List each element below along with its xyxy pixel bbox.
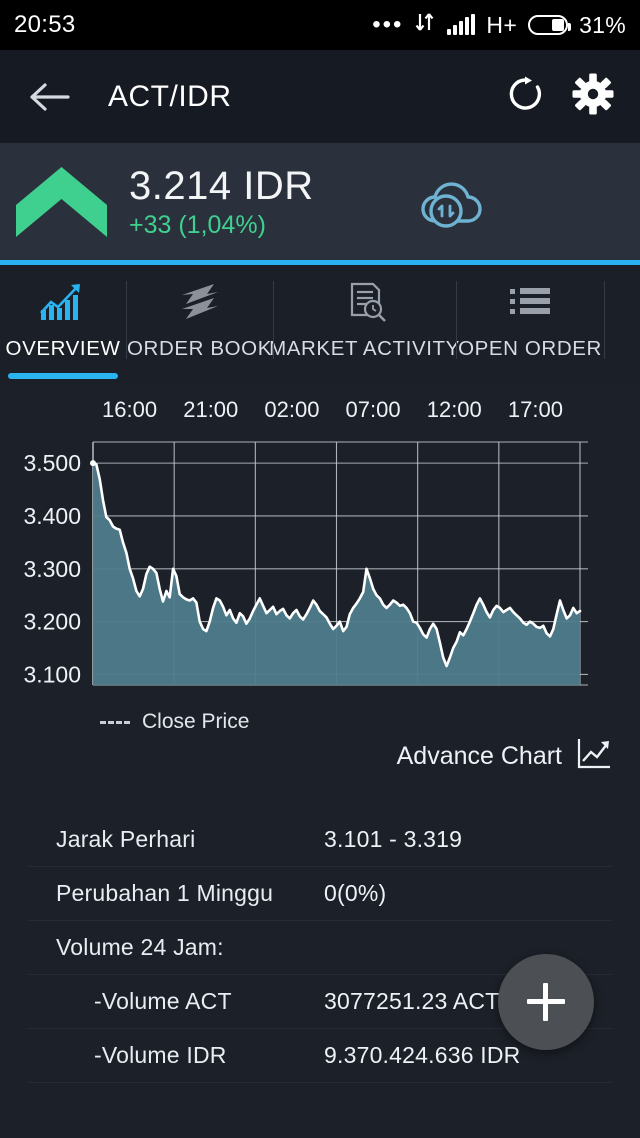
chart-canvas: 16:00 21:00 02:00 07:00 12:00 17:00 3.500 3.400… <box>0 385 640 705</box>
network-type-label: H+ <box>486 12 517 39</box>
more-dots-icon: ••• <box>372 20 403 30</box>
row-key: Volume 24 Jam: <box>56 934 324 961</box>
signal-bars-icon <box>447 15 475 35</box>
legend-dash-icon <box>100 721 130 724</box>
chart-legend: Close Price <box>100 710 249 734</box>
row-key: -Volume ACT <box>56 988 324 1015</box>
row-value: 0(0%) <box>324 880 386 907</box>
tab-label: ORDER BOOK <box>127 337 272 361</box>
tab-label: OPEN ORDER <box>458 337 602 361</box>
svg-text:3.500: 3.500 <box>23 450 81 476</box>
advance-chart-button[interactable]: Advance Chart <box>397 737 612 776</box>
battery-icon <box>528 15 568 35</box>
data-transfer-icon <box>414 11 436 39</box>
svg-text:3.300: 3.300 <box>23 556 81 582</box>
chart-growth-icon <box>38 279 88 325</box>
svg-text:12:00: 12:00 <box>427 397 482 422</box>
table-row: Jarak Perhari 3.101 - 3.319 <box>28 813 612 867</box>
trending-up-icon <box>576 737 612 776</box>
row-key: Perubahan 1 Minggu <box>56 880 324 907</box>
battery-percent: 31% <box>579 12 626 39</box>
price-up-arrow-icon <box>14 165 109 239</box>
add-button[interactable] <box>498 954 594 1050</box>
price-header: 3.214 IDR +33 (1,04%) <box>0 143 640 260</box>
svg-text:3.100: 3.100 <box>23 661 81 687</box>
cloud-sync-icon[interactable] <box>412 171 490 233</box>
svg-text:07:00: 07:00 <box>346 397 401 422</box>
page-title: ACT/IDR <box>108 80 232 114</box>
tab-open-order[interactable]: OPEN ORDER <box>456 265 604 385</box>
list-icon <box>504 279 556 325</box>
svg-text:3.400: 3.400 <box>23 503 81 529</box>
active-tab-indicator <box>8 373 118 379</box>
document-search-icon <box>340 279 390 325</box>
status-time: 20:53 <box>14 11 76 39</box>
tab-label: OVERVIEW <box>6 337 121 361</box>
price-chart[interactable]: 16:00 21:00 02:00 07:00 12:00 17:00 3.500 3.400… <box>0 385 640 780</box>
svg-text:16:00: 16:00 <box>102 397 157 422</box>
refresh-icon[interactable] <box>506 75 544 118</box>
price-change: +33 (1,04%) <box>129 210 314 240</box>
advance-chart-label: Advance Chart <box>397 742 562 771</box>
tab-bar[interactable]: OVERVIEW ORDER BOOK <box>0 265 640 385</box>
tab-history[interactable]: HIS <box>604 265 640 385</box>
exchange-arrows-icon <box>174 279 226 325</box>
legend-label: Close Price <box>142 710 249 734</box>
back-arrow-icon[interactable] <box>26 74 72 120</box>
current-price: 3.214 IDR <box>129 164 314 208</box>
svg-text:02:00: 02:00 <box>264 397 319 422</box>
app-root: 20:53 ••• H+ 31% ACT/IDR <box>0 0 640 1138</box>
table-row: Perubahan 1 Minggu 0(0%) <box>28 867 612 921</box>
row-key: Jarak Perhari <box>56 826 324 853</box>
status-bar: 20:53 ••• H+ 31% <box>0 0 640 50</box>
tab-order-book[interactable]: ORDER BOOK <box>126 265 273 385</box>
tab-overview[interactable]: OVERVIEW <box>0 265 126 385</box>
row-value: 9.370.424.636 IDR <box>324 1042 521 1069</box>
row-key: -Volume IDR <box>56 1042 324 1069</box>
plus-icon <box>527 983 565 1021</box>
svg-text:21:00: 21:00 <box>183 397 238 422</box>
svg-text:17:00: 17:00 <box>508 397 563 422</box>
tab-market-activity[interactable]: MARKET ACTIVITY <box>273 265 456 385</box>
row-value: 3077251.23 ACT <box>324 988 499 1015</box>
app-bar: ACT/IDR <box>0 50 640 143</box>
row-value: 3.101 - 3.319 <box>324 826 462 853</box>
tab-label: MARKET ACTIVITY <box>269 337 460 361</box>
svg-text:3.200: 3.200 <box>23 609 81 635</box>
gear-icon[interactable] <box>572 73 614 120</box>
